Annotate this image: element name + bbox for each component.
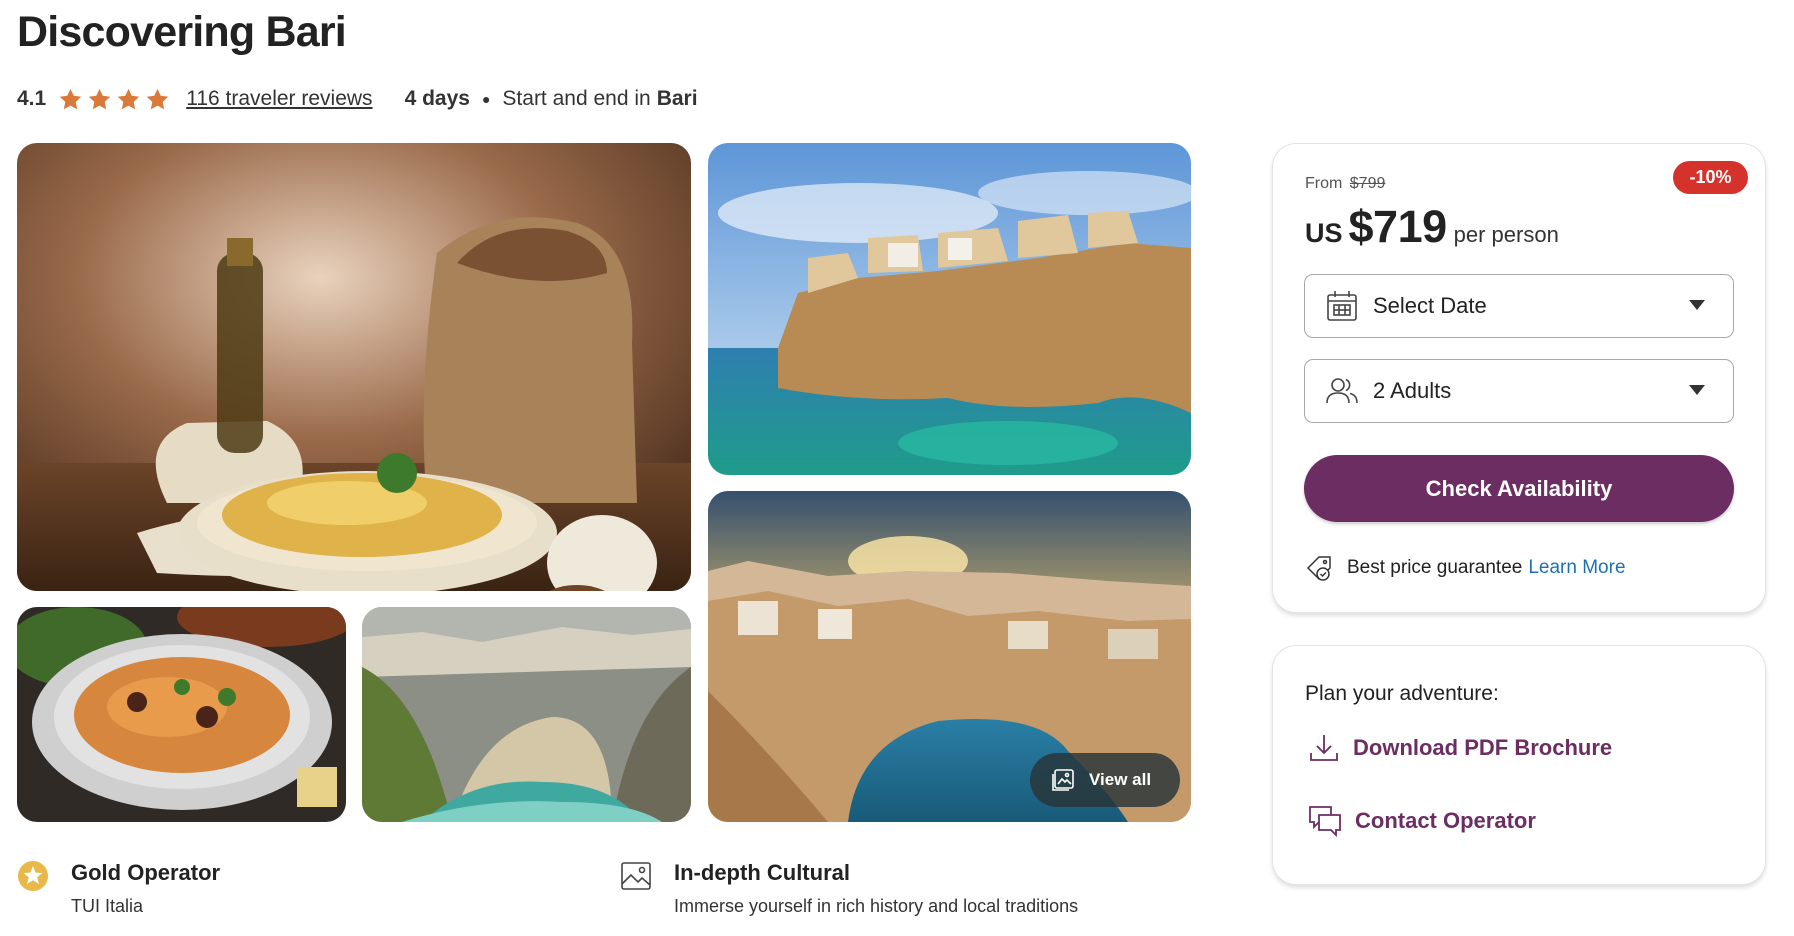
- star-icon: [88, 88, 111, 109]
- plan-title: Plan your adventure:: [1305, 682, 1499, 705]
- price-tag-check-icon: [1306, 556, 1331, 581]
- calendar-icon: [1327, 291, 1357, 321]
- travelers-select-label: 2 Adults: [1373, 378, 1452, 403]
- view-all-label: View all: [1089, 770, 1152, 789]
- contact-operator-link[interactable]: Contact Operator: [1307, 803, 1536, 839]
- price-guarantee-row: Best price guarantee Learn More: [1305, 554, 1626, 582]
- star-icon: [146, 88, 169, 109]
- view-all-photos-button[interactable]: View all: [1030, 753, 1180, 807]
- separator-dot: ●: [481, 91, 491, 107]
- star-icon: [117, 88, 140, 109]
- rating-value: 4.1: [17, 87, 47, 110]
- feature-subtitle: TUI Italia: [71, 896, 144, 916]
- feature-gold-operator: Gold Operator TUI Italia: [17, 860, 220, 917]
- gallery-photo-beach-cove[interactable]: [362, 607, 691, 822]
- original-price: $799: [1349, 175, 1386, 192]
- price-row: US $719 per person: [1305, 201, 1559, 253]
- check-availability-button[interactable]: Check Availability: [1304, 455, 1734, 522]
- people-icon: [1326, 378, 1358, 404]
- chat-bubbles-icon: [1309, 806, 1341, 838]
- feature-subtitle: Immerse yourself in rich history and loc…: [674, 896, 1079, 916]
- feature-title: Gold Operator: [71, 860, 221, 885]
- page-title: Discovering Bari: [17, 8, 347, 56]
- travelers-select[interactable]: 2 Adults: [1304, 359, 1734, 423]
- gold-star-badge-icon: [18, 861, 48, 891]
- discount-badge: -10%: [1673, 161, 1748, 194]
- contact-operator-label: Contact Operator: [1355, 808, 1536, 833]
- learn-more-link[interactable]: Learn More: [1528, 557, 1625, 579]
- price-value: $719: [1348, 201, 1448, 252]
- price-guarantee-text: Best price guarantee: [1347, 557, 1523, 578]
- gallery-photo-cliffs[interactable]: [708, 143, 1191, 475]
- traveler-reviews-link[interactable]: 116 traveler reviews: [186, 87, 372, 111]
- from-label: From: [1305, 175, 1343, 192]
- gallery-icon: [1052, 769, 1074, 791]
- plan-adventure-card: Plan your adventure: Download PDF Brochu…: [1272, 645, 1766, 885]
- booking-card: -10% From $799 US $719 per person Select…: [1272, 143, 1766, 613]
- date-select-label: Select Date: [1373, 293, 1487, 318]
- feature-in-depth-cultural: In-depth Cultural Immerse yourself in ri…: [620, 860, 1078, 917]
- chevron-down-icon: [1689, 385, 1705, 395]
- feature-title: In-depth Cultural: [674, 860, 850, 885]
- download-brochure-link[interactable]: Download PDF Brochure: [1307, 731, 1612, 765]
- tour-meta-row: 4.1 116 traveler reviews 4 days ● Start …: [17, 82, 698, 116]
- star-icon: [59, 88, 82, 109]
- download-icon: [1310, 735, 1338, 761]
- star-rating: [58, 87, 170, 112]
- download-brochure-label: Download PDF Brochure: [1353, 735, 1613, 760]
- tour-duration: 4 days: [404, 87, 470, 110]
- gallery-photo-pasta[interactable]: [17, 607, 346, 822]
- date-select[interactable]: Select Date: [1304, 274, 1734, 338]
- image-frame-icon: [621, 862, 651, 890]
- start-end-city: Bari: [656, 87, 698, 110]
- chevron-down-icon: [1689, 300, 1705, 310]
- price-currency: US: [1305, 218, 1343, 248]
- gallery-photo-food[interactable]: [17, 143, 691, 591]
- from-price-row: From $799: [1305, 175, 1385, 193]
- price-per-person: per person: [1453, 222, 1559, 247]
- start-end-label: Start and end in: [502, 87, 651, 110]
